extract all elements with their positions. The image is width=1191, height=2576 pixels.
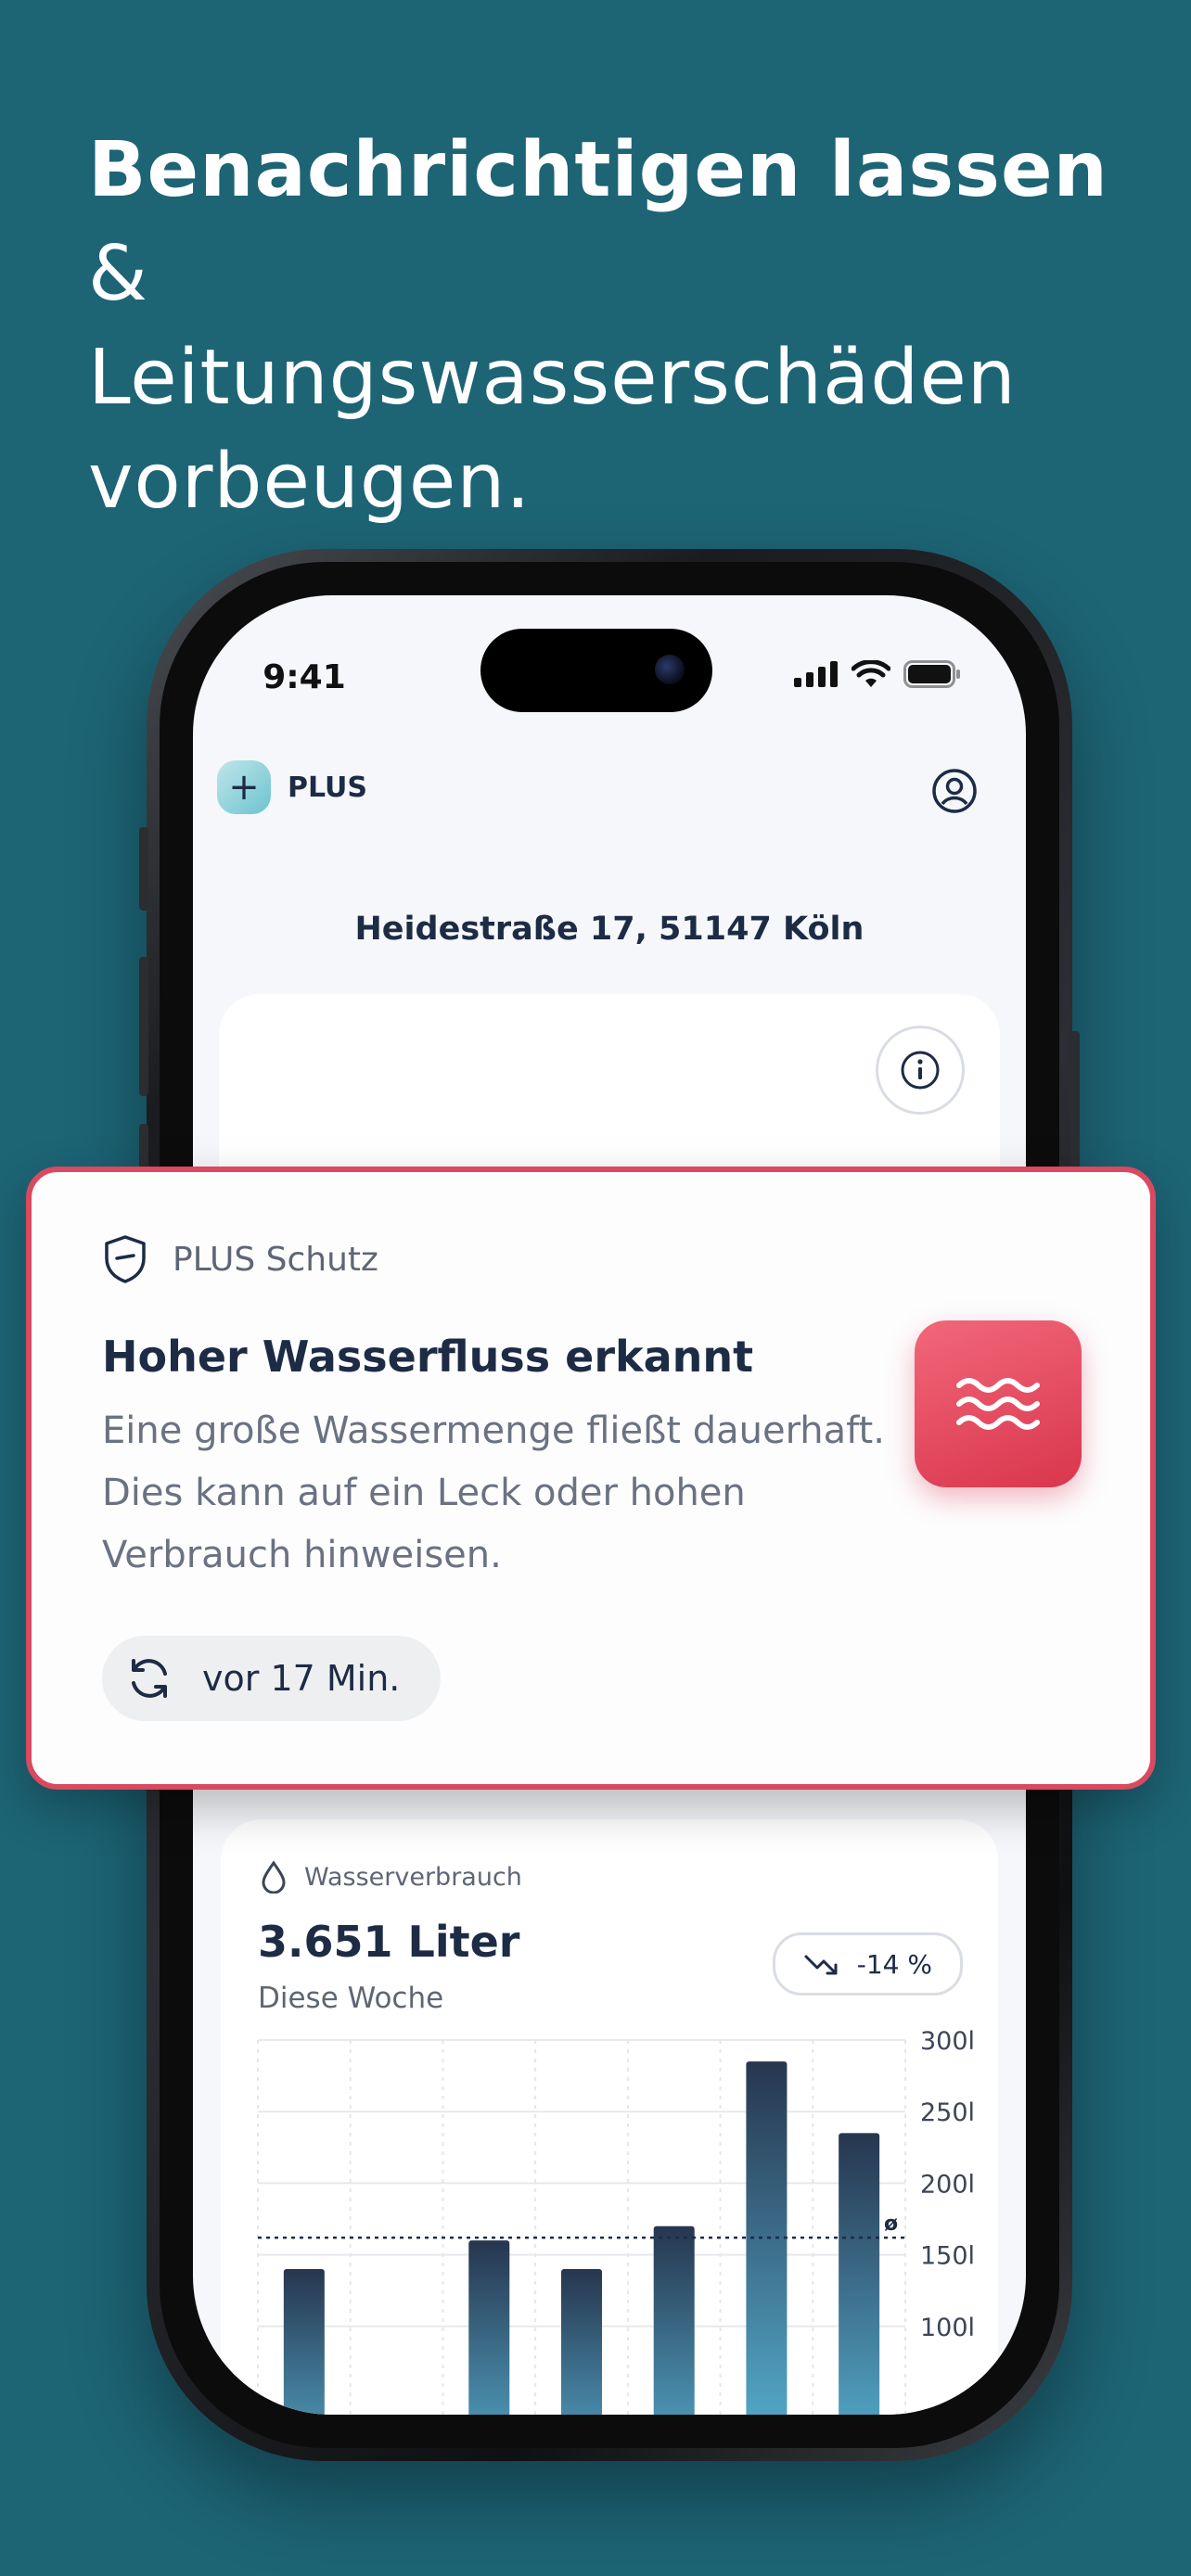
address-title: Heidestraße 17, 51147 Köln bbox=[354, 911, 864, 948]
mute-switch bbox=[139, 827, 148, 911]
y-tick-label: 200l bbox=[920, 2170, 975, 2199]
y-tick-label: 250l bbox=[920, 2098, 975, 2127]
y-tick-label: 300l bbox=[920, 2027, 975, 2056]
y-tick-label: 100l bbox=[920, 2314, 975, 2342]
camera-icon bbox=[655, 655, 685, 684]
headline: Benachrichtigen lassen & Leitungswassers… bbox=[88, 119, 1127, 534]
headline-line2: Leitungswasserschäden bbox=[88, 334, 1017, 422]
plus-logo-icon: + bbox=[217, 760, 271, 814]
notification-title: Hoher Wasserfluss erkannt bbox=[102, 1332, 754, 1382]
profile-icon[interactable] bbox=[931, 768, 978, 818]
notification-card[interactable]: PLUS Schutz Hoher Wasserfluss erkannt Ei… bbox=[26, 1167, 1156, 1790]
info-button[interactable] bbox=[876, 1026, 965, 1115]
y-tick-label: 150l bbox=[920, 2242, 975, 2271]
shield-icon bbox=[105, 1235, 146, 1283]
refresh-icon bbox=[132, 1659, 167, 1698]
info-icon bbox=[901, 1051, 940, 1090]
chart-bar bbox=[653, 2225, 695, 2415]
chart-bar bbox=[839, 2133, 880, 2415]
average-label: ø bbox=[884, 2213, 898, 2236]
usage-chart: 300l 250l 200l 150l 100l ø bbox=[257, 2027, 975, 2415]
notification-header: PLUS Schutz bbox=[102, 1233, 378, 1285]
chart-bar bbox=[561, 2269, 602, 2415]
volume-up-button bbox=[139, 957, 148, 1096]
dynamic-island bbox=[480, 629, 712, 712]
wifi-icon bbox=[852, 660, 890, 687]
headline-line3: vorbeugen. bbox=[88, 438, 531, 526]
battery-icon bbox=[903, 660, 960, 688]
usage-card: Wasserverbrauch 3.651 Liter Diese Woche … bbox=[221, 1819, 998, 2415]
status-time: 9:41 bbox=[263, 658, 346, 696]
brand-name: PLUS bbox=[288, 771, 368, 804]
chart-bar bbox=[283, 2269, 325, 2415]
chart-bar bbox=[468, 2240, 510, 2415]
headline-bold: Benachrichtigen lassen bbox=[88, 126, 1108, 214]
signal-icon bbox=[794, 661, 838, 687]
headline-amp: & bbox=[88, 230, 148, 318]
notification-time: vor 17 Min. bbox=[202, 1658, 401, 1699]
notification-body: Eine große Wassermenge fließt dauerhaft.… bbox=[102, 1409, 885, 1576]
notification-source: PLUS Schutz bbox=[173, 1240, 378, 1279]
app-logo[interactable]: + PLUS bbox=[217, 760, 367, 814]
status-icons bbox=[794, 660, 961, 688]
water-flow-alert-icon bbox=[915, 1320, 1082, 1487]
notification-time-chip: vor 17 Min. bbox=[102, 1636, 442, 1721]
